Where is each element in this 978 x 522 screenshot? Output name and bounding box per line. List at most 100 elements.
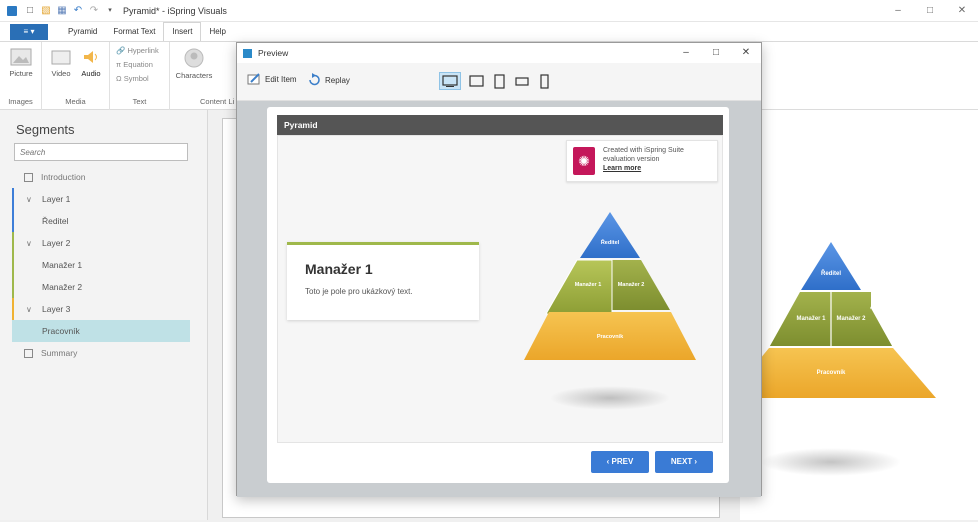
background-pyramid: Ředitel Manažer 1 Manažer 2 Pracovník	[728, 242, 936, 476]
maximize-button[interactable]: □	[914, 0, 946, 22]
segment-label: Layer 3	[42, 304, 71, 314]
tablet-landscape-icon	[468, 75, 484, 87]
phone-portrait-view-button[interactable]	[537, 72, 551, 90]
redo-icon[interactable]: ↷	[89, 5, 99, 16]
side-pyramid-area: Ředitel Manažer 1 Manažer 2 Pracovník	[728, 110, 978, 520]
segment-layer-3[interactable]: ∨ Layer 3	[12, 298, 190, 320]
symbol-icon: Ω	[116, 74, 122, 83]
phone-portrait-icon	[539, 73, 549, 89]
preview-minimize-button[interactable]: –	[671, 43, 701, 63]
bg-pyramid-shadow	[761, 448, 901, 476]
customize-dropdown-icon[interactable]: ▾	[105, 6, 115, 16]
chevron-down-icon[interactable]: ∨	[26, 299, 38, 321]
edit-item-button[interactable]: Edit Item	[247, 73, 297, 85]
segment-layer-1[interactable]: ∨ Layer 1	[12, 188, 190, 210]
segments-search-input[interactable]	[14, 143, 188, 161]
file-menu-button[interactable]: ≡ ▾	[10, 23, 48, 40]
undo-icon[interactable]: ↶	[73, 5, 83, 16]
preview-toolbar: Edit Item Replay	[237, 63, 761, 101]
video-icon	[51, 50, 71, 65]
segment-label: Ředitel	[42, 216, 69, 226]
hyperlink-label: Hyperlink	[127, 46, 159, 55]
chevron-down-icon[interactable]: ∨	[26, 233, 38, 255]
segment-manazer-2[interactable]: Manažer 2	[12, 276, 190, 298]
save-icon[interactable]: ▦	[57, 5, 67, 16]
tablet-portrait-icon	[493, 73, 505, 89]
close-button[interactable]: ✕	[946, 0, 978, 22]
segment-manazer-1[interactable]: Manažer 1	[12, 254, 190, 276]
segment-layer-2[interactable]: ∨ Layer 2	[12, 232, 190, 254]
preview-window-controls: – □ ✕	[671, 43, 761, 63]
media-group-label: Media	[65, 97, 86, 106]
evaluation-line-1: Created with iSpring Suite	[603, 147, 684, 154]
tab-insert[interactable]: Insert	[163, 22, 202, 41]
quick-access-toolbar: □ ▧ ▦ ↶ ↷ ▾	[25, 5, 115, 16]
tablet-landscape-view-button[interactable]	[467, 72, 485, 90]
minimize-button[interactable]: –	[882, 0, 914, 22]
phone-landscape-icon	[515, 76, 529, 86]
picture-button[interactable]: Picture	[6, 48, 36, 78]
bg-pyramid-top-label: Ředitel	[821, 269, 841, 277]
next-button[interactable]: NEXT ›	[655, 451, 713, 473]
pyramid-shadow	[550, 386, 670, 410]
hyperlink-button[interactable]: 🔗 Hyperlink	[116, 46, 159, 55]
media-group: Video Audio Media	[42, 42, 110, 110]
video-button[interactable]: Video	[48, 48, 74, 78]
symbol-button[interactable]: Ω Symbol	[116, 74, 149, 83]
characters-label: Characters	[175, 71, 213, 80]
preview-window: Preview – □ ✕ Edit Item Replay Pyramid ✺…	[236, 42, 762, 497]
ribbon-tabs: ≡ ▾ Pyramid Format Text Insert Help	[0, 22, 978, 42]
desktop-icon	[442, 75, 458, 87]
segment-pracovnik[interactable]: Pracovník	[12, 320, 190, 342]
phone-landscape-view-button[interactable]	[513, 72, 531, 90]
learn-more-link[interactable]: Learn more	[603, 164, 715, 173]
picture-label: Picture	[9, 69, 33, 78]
chevron-down-icon[interactable]: ∨	[26, 189, 38, 211]
images-group-label: Images	[8, 97, 33, 106]
bg-pyramid-bottom-label: Pracovník	[817, 370, 846, 376]
pyramid-top-segment[interactable]	[580, 212, 640, 258]
segments-panel: Segments Introduction ∨ Layer 1 Ředitel ∨…	[0, 110, 208, 520]
segment-label: Manažer 2	[42, 282, 83, 292]
segment-reditel[interactable]: Ředitel	[12, 210, 190, 232]
edit-item-label: Edit Item	[265, 74, 297, 84]
tab-format-text[interactable]: Format Text	[105, 22, 163, 42]
pyramid-top-label: Ředitel	[601, 238, 620, 246]
segment-summary[interactable]: Summary	[12, 342, 190, 364]
segment-label: Pracovník	[42, 326, 80, 336]
replay-label: Replay	[325, 75, 350, 85]
replay-button[interactable]: Replay	[307, 73, 350, 87]
pyramid-diagram: Ředitel Manažer 1 Manažer 2 Pracovník	[524, 212, 696, 410]
evaluation-text: Created with iSpring Suite evaluation ve…	[603, 146, 715, 173]
pyramid-mid-left-label: Manažer 1	[575, 282, 602, 288]
preview-maximize-button[interactable]: □	[701, 43, 731, 63]
equation-button[interactable]: π Equation	[116, 60, 153, 69]
title-bar: □ ▧ ▦ ↶ ↷ ▾ Pyramid* - iSpring Visuals –…	[0, 0, 978, 22]
tab-help[interactable]: Help	[201, 22, 233, 42]
window-controls: – □ ✕	[882, 0, 978, 22]
segment-introduction[interactable]: Introduction	[12, 166, 190, 188]
open-folder-icon[interactable]: ▧	[41, 5, 51, 16]
pyramid-bottom-label: Pracovník	[597, 334, 624, 340]
symbol-label: Symbol	[123, 74, 149, 83]
tab-pyramid[interactable]: Pyramid	[60, 22, 105, 42]
equation-label: Equation	[123, 60, 153, 69]
preview-title-bar: Preview – □ ✕	[237, 43, 761, 63]
equation-icon: π	[116, 60, 122, 69]
app-logo-icon	[7, 5, 17, 16]
desktop-view-button[interactable]	[439, 72, 461, 90]
text-group-label: Text	[132, 97, 147, 106]
checkbox-icon[interactable]	[24, 173, 33, 183]
audio-button[interactable]: Audio	[78, 48, 104, 78]
bg-pyramid-top	[801, 242, 861, 290]
characters-button[interactable]: Characters	[174, 48, 214, 80]
preview-logo-icon	[243, 48, 252, 58]
preview-close-button[interactable]: ✕	[731, 43, 761, 63]
segment-label: Summary	[41, 348, 78, 358]
tablet-portrait-view-button[interactable]	[491, 72, 507, 90]
prev-button[interactable]: ‹ PREV	[591, 451, 649, 473]
segment-label: Layer 2	[42, 238, 71, 248]
new-file-icon[interactable]: □	[25, 5, 35, 16]
checkbox-icon[interactable]	[24, 349, 33, 359]
player: Pyramid ✺ Created with iSpring Suite eva…	[267, 107, 729, 483]
